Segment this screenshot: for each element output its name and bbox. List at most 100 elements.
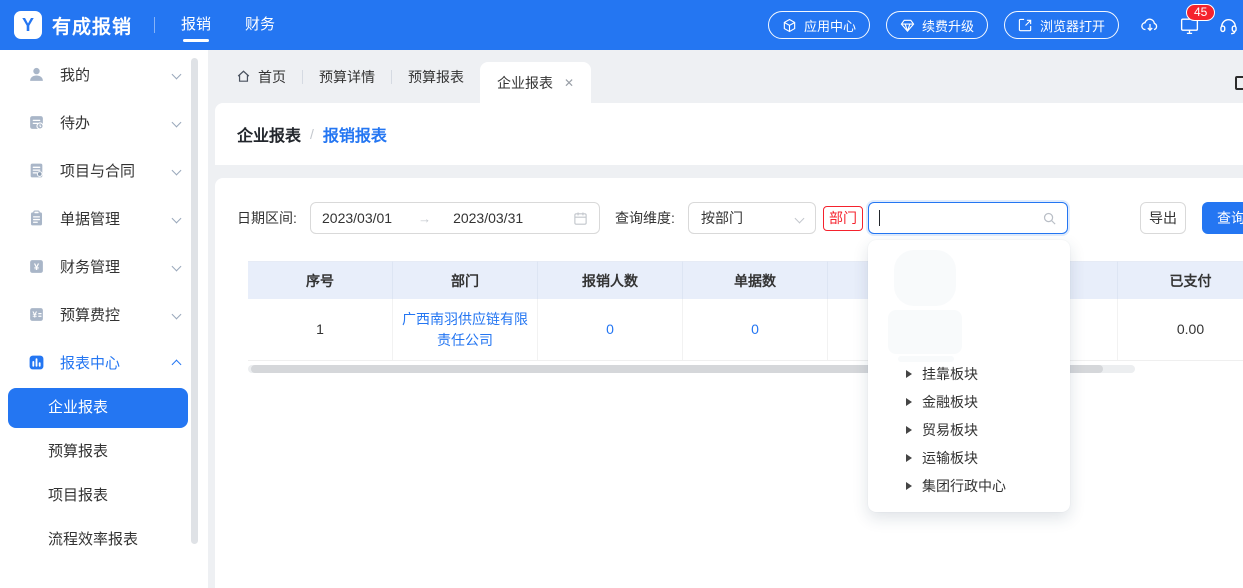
cell-department-link[interactable]: 广西南羽供应链有限责任公司 (393, 299, 538, 360)
app-logo: Y (14, 11, 42, 39)
cloud-download-icon[interactable] (1139, 14, 1161, 36)
tab-enterprise-report[interactable]: 企业报表 ✕ (480, 62, 591, 103)
yuan-finance-icon: ¥ (28, 258, 45, 275)
search-icon (1042, 211, 1057, 226)
sidebar-item-mine[interactable]: 我的 (0, 50, 208, 98)
tab-home[interactable]: 首页 (220, 50, 302, 103)
column-header-doc-count: 单据数 (683, 261, 828, 299)
header-nav: 报销 财务 (181, 0, 275, 50)
logo-letter: Y (22, 15, 34, 36)
cell-doc-count[interactable]: 0 (683, 299, 828, 360)
report-panel: 日期区间: 2023/03/01 → 2023/03/31 查询维度: 按部门 … (215, 178, 1243, 588)
caret-right-icon[interactable] (906, 426, 912, 434)
tree-item-label: 集团行政中心 (922, 476, 1006, 496)
notification-monitor-icon[interactable]: 45 (1178, 14, 1200, 36)
department-search-input[interactable] (868, 202, 1068, 234)
tree-item-label: 运输板块 (922, 448, 978, 468)
budget-icon: ¥ (28, 306, 45, 323)
caret-right-icon[interactable] (906, 482, 912, 490)
tree-item-label: 金融板块 (922, 392, 978, 412)
nav-expense[interactable]: 报销 (181, 0, 211, 50)
bar-chart-icon (28, 354, 45, 371)
date-start-value[interactable]: 2023/03/01 (322, 210, 392, 226)
todo-icon (28, 114, 45, 131)
arrow-right-icon: → (418, 211, 431, 226)
report-table: 序号 部门 报销人数 单据数 已支付 1 广西南羽供应链有限责任公司 0 0 0… (248, 261, 1243, 361)
close-icon[interactable]: ✕ (564, 76, 574, 90)
tab-label: 预算报表 (408, 67, 464, 87)
breadcrumb-separator: / (310, 126, 314, 142)
cell-paid: 0.00 (1118, 299, 1243, 360)
column-header-seq: 序号 (248, 261, 393, 299)
tree-item-affiliated-sector[interactable]: 挂靠板块 (868, 360, 1070, 388)
app-center-button[interactable]: 应用中心 (768, 11, 870, 39)
dimension-value: 按部门 (701, 208, 743, 228)
tree-item-label: 贸易板块 (922, 420, 978, 440)
date-range-picker[interactable]: 2023/03/01 → 2023/03/31 (310, 202, 600, 234)
sidebar-item-projects-contracts[interactable]: 项目与合同 (0, 146, 208, 194)
person-icon (28, 66, 45, 83)
dimension-label: 查询维度: (615, 202, 675, 234)
sidebar-item-budget-control[interactable]: ¥ 预算费控 (0, 290, 208, 338)
caret-right-icon[interactable] (906, 454, 912, 462)
sidebar-subitem-process-efficiency-reports[interactable]: 流程效率报表 (0, 518, 208, 562)
sidebar-item-finance-mgmt[interactable]: ¥ 财务管理 (0, 242, 208, 290)
tab-label: 预算详情 (319, 67, 375, 87)
department-tree: 挂靠板块 金融板块 贸易板块 运输板块 集团行政中心 (868, 360, 1070, 500)
sidebar-item-label: 财务管理 (60, 256, 120, 277)
tab-budget-detail[interactable]: 预算详情 (303, 50, 391, 103)
tab-label: 企业报表 (497, 73, 553, 93)
query-button[interactable]: 查询 (1202, 202, 1243, 234)
breadcrumb-parent[interactable]: 企业报表 (237, 122, 301, 146)
tab-budget-report[interactable]: 预算报表 (392, 50, 480, 103)
sidebar-item-label: 项目与合同 (60, 160, 135, 181)
renew-upgrade-label: 续费升级 (922, 16, 974, 35)
sidebar-subitem-project-reports[interactable]: 项目报表 (0, 474, 208, 518)
sidebar-subitem-budget-reports[interactable]: 预算报表 (0, 430, 208, 474)
chevron-down-icon (172, 165, 182, 175)
caret-right-icon[interactable] (906, 370, 912, 378)
chevron-down-icon (172, 309, 182, 319)
cell-people-count[interactable]: 0 (538, 299, 683, 360)
breadcrumb-current: 报销报表 (323, 122, 387, 146)
svg-text:¥: ¥ (32, 309, 37, 319)
renew-upgrade-button[interactable]: 续费升级 (886, 11, 988, 39)
sidebar-scrollbar[interactable] (191, 58, 198, 544)
tree-item-transport-sector[interactable]: 运输板块 (868, 444, 1070, 472)
sidebar-subitem-enterprise-reports[interactable]: 企业报表 (8, 388, 188, 428)
open-in-browser-button[interactable]: 浏览器打开 (1004, 11, 1119, 39)
table-header-row: 序号 部门 报销人数 单据数 已支付 (248, 261, 1243, 299)
nav-finance[interactable]: 财务 (245, 0, 275, 50)
breadcrumb: 企业报表 / 报销报表 (215, 103, 1243, 165)
dimension-select[interactable]: 按部门 (688, 202, 816, 234)
department-required-tag: 部门 (823, 206, 863, 231)
export-button[interactable]: 导出 (1140, 202, 1186, 234)
sidebar-item-documents[interactable]: 单据管理 (0, 194, 208, 242)
column-header-paid: 已支付 (1118, 261, 1243, 299)
tab-overflow-partial-icon[interactable] (1235, 76, 1243, 90)
app-header: Y 有成报销 报销 财务 应用中心 (0, 0, 1243, 50)
headset-support-icon[interactable] (1217, 14, 1239, 36)
caret-right-icon[interactable] (906, 398, 912, 406)
sidebar-item-report-center[interactable]: 报表中心 (0, 338, 208, 386)
contract-icon (28, 162, 45, 179)
main-area: 首页 预算详情 预算报表 企业报表 ✕ 企业报表 / 报销报表 日期 (208, 50, 1243, 588)
product-name: 有成报销 (52, 12, 132, 39)
loading-ghost-shape (888, 310, 962, 354)
tree-item-label: 挂靠板块 (922, 364, 978, 384)
brand: Y 有成报销 (0, 11, 132, 39)
sidebar-item-todo[interactable]: 待办 (0, 98, 208, 146)
date-end-value[interactable]: 2023/03/31 (453, 210, 523, 226)
tree-item-group-admin-center[interactable]: 集团行政中心 (868, 472, 1070, 500)
sidebar: 我的 待办 项目与合同 单据管理 ¥ (0, 50, 208, 588)
column-header-department: 部门 (393, 261, 538, 299)
app-center-label: 应用中心 (804, 16, 856, 35)
tab-label: 首页 (258, 67, 286, 87)
clipboard-icon (28, 210, 45, 227)
sidebar-item-label: 待办 (60, 112, 90, 133)
notification-badge: 45 (1186, 4, 1215, 21)
tree-item-trade-sector[interactable]: 贸易板块 (868, 416, 1070, 444)
app-center-icon (782, 18, 797, 33)
app-window: Y 有成报销 报销 财务 应用中心 (0, 0, 1243, 588)
tree-item-finance-sector[interactable]: 金融板块 (868, 388, 1070, 416)
